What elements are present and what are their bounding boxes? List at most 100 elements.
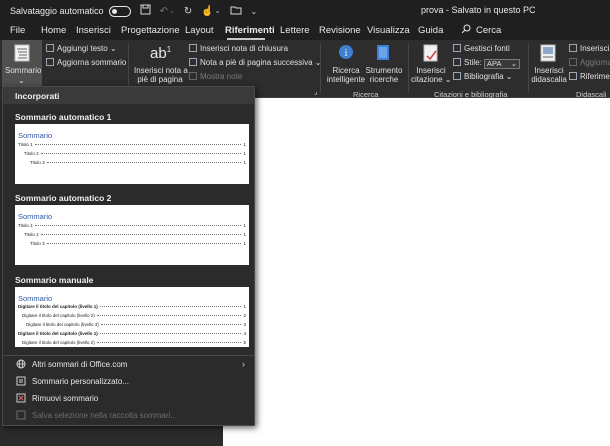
nota-successiva-label: Nota a piè di pagina successiva	[200, 58, 313, 67]
redo-icon[interactable]: ↻	[184, 6, 192, 17]
manage-sources-icon	[453, 44, 461, 52]
manual-line-page: 4	[243, 331, 246, 336]
document-page[interactable]	[223, 98, 610, 446]
sommario-label: Sommario	[5, 66, 42, 75]
style-icon	[453, 58, 461, 66]
autosave-label: Salvataggio automatico	[10, 6, 104, 16]
inserisci-indice-label: Inserisci	[580, 44, 610, 53]
document-status: prova - Salvato in questo PC	[421, 5, 536, 15]
aggiorna-button[interactable]: Aggiorna	[569, 58, 610, 67]
tab-riferimenti[interactable]: Riferimenti	[225, 25, 275, 36]
save-icon[interactable]	[140, 4, 151, 18]
manual-line-text: Digitare il titolo del capitolo (livello…	[26, 322, 99, 327]
sommario-gallery: Incorporati Sommario automatico 1 Sommar…	[2, 86, 255, 426]
ribbon-separator	[528, 44, 529, 92]
auto1-line: Titolo 3 1	[30, 157, 246, 165]
insert-citation-icon[interactable]	[423, 44, 439, 64]
update-table-icon	[46, 58, 54, 66]
stile-value: APA	[487, 59, 502, 68]
tab-layout[interactable]: Layout	[185, 25, 214, 36]
strumento-ricerche-button[interactable]: Strumento ricerche	[364, 66, 404, 84]
manual-line: Digitare il titolo del capitolo (livello…	[18, 328, 246, 336]
mostra-note-button[interactable]: Mostra note	[189, 72, 242, 81]
inserisci-didascalia-button[interactable]: Inserisci didascalia	[530, 66, 568, 84]
bibliografia-label: Bibliografia	[464, 72, 504, 81]
manual-line-text: Digitare il titolo del capitolo (livello…	[18, 331, 98, 336]
stile-select[interactable]: APA ⌄	[484, 59, 521, 69]
inserisci-citazione-button[interactable]: Inserisci citazione ⌄	[411, 66, 452, 84]
manual-line: Digitare il titolo del capitolo (livello…	[22, 310, 246, 318]
tab-file[interactable]: File	[10, 25, 25, 36]
inserisci-citazione-label-1: Inserisci	[416, 66, 446, 75]
strumento-ricerche-label-2: ricerche	[369, 75, 399, 84]
altri-sommari-menu-item[interactable]: Altri sommari di Office.com ›	[15, 357, 251, 371]
footnotes-dialog-launcher-icon[interactable]: ⌟	[314, 88, 317, 97]
inserisci-indice-button[interactable]: Inserisci	[569, 44, 609, 53]
inserisci-didascalia-label-1: Inserisci	[534, 66, 564, 75]
next-footnote-icon	[189, 58, 197, 66]
aggiungi-testo-button[interactable]: Aggiungi testo ⌄	[46, 44, 117, 53]
aggiorna-sommario-button[interactable]: Aggiorna sommario	[46, 58, 126, 67]
aggiorna-sommario-label: Aggiorna sommario	[57, 58, 127, 67]
tab-visualizza[interactable]: Visualizza	[367, 25, 410, 36]
manual-line-text: Digitare il titolo del capitolo (livello…	[22, 313, 95, 318]
gestisci-fonti-label: Gestisci fonti	[464, 44, 510, 53]
smart-lookup-icon[interactable]: i	[338, 44, 354, 62]
nota-successiva-button[interactable]: Nota a piè di pagina successiva ⌄	[189, 58, 321, 67]
gestisci-fonti-button[interactable]: Gestisci fonti	[453, 44, 510, 53]
bibliografia-button[interactable]: Bibliografia ⌄	[453, 72, 513, 81]
search-icon	[461, 24, 471, 37]
manual-line-text: Digitare il titolo del capitolo (livello…	[22, 340, 95, 345]
sommario-personalizzato-menu-item[interactable]: Sommario personalizzato...	[15, 374, 251, 388]
inserisci-citazione-label-2: citazione	[411, 75, 443, 84]
tab-revisione[interactable]: Revisione	[319, 25, 361, 36]
sommario-automatico-2-option[interactable]: Sommario Titolo 11 Titolo 21 Titolo 31	[15, 205, 249, 265]
ribbon-separator	[408, 44, 409, 92]
riferimento-button[interactable]: Riferimen	[569, 72, 610, 81]
auto2-line-page: 1	[243, 241, 246, 246]
insert-caption-icon[interactable]	[540, 44, 556, 64]
sommario-manuale-option[interactable]: Sommario Digitare il titolo del capitolo…	[15, 287, 249, 347]
gallery-divider	[3, 355, 254, 356]
tab-inserisci[interactable]: Inserisci	[76, 25, 111, 36]
menu-bar: File Home Inserisci Progettazione Layout…	[0, 22, 610, 40]
inserisci-nota-label-2: piè di pagina	[137, 75, 183, 84]
inserisci-nota-button[interactable]: Inserisci nota a piè di pagina	[134, 66, 188, 84]
salva-selezione-menu-item[interactable]: Salva selezione nella raccolta sommari..…	[15, 408, 251, 422]
show-notes-icon	[189, 72, 197, 80]
mostra-note-label: Mostra note	[200, 72, 243, 81]
autosave-toggle[interactable]	[108, 5, 131, 17]
undo-icon[interactable]: ↶	[160, 6, 168, 17]
tab-progettazione[interactable]: Progettazione	[121, 25, 180, 36]
footnote-icon[interactable]: ab1	[150, 45, 171, 62]
sommario-dropdown-icon: ⌄	[18, 76, 25, 85]
tab-lettere[interactable]: Lettere	[280, 25, 310, 36]
customize-toolbar-icon[interactable]: ⌄	[251, 7, 258, 16]
save-selection-icon	[15, 410, 26, 421]
touch-dropdown-icon[interactable]: ⌄	[215, 7, 221, 15]
manual-line: Digitare il titolo del capitolo (livello…	[22, 337, 246, 345]
ricerca-intelligente-button[interactable]: Ricerca intelligente	[324, 66, 368, 84]
manual-line: Digitare il titolo del capitolo (livello…	[18, 301, 246, 309]
touch-mode-icon[interactable]: ☝	[201, 6, 213, 17]
auto1-line-page: 1	[243, 142, 246, 147]
rimuovi-sommario-menu-item[interactable]: Rimuovi sommario	[15, 391, 251, 405]
manual-line-text: Digitare il titolo del capitolo (livello…	[18, 304, 98, 309]
custom-toc-icon	[15, 376, 26, 387]
auto1-line-text: Titolo 1	[18, 142, 33, 147]
tab-home[interactable]: Home	[41, 25, 66, 36]
endnote-icon	[189, 44, 197, 52]
inserisci-nota-label-1: Inserisci nota a	[134, 66, 188, 75]
inserisci-nota-chiusura-button[interactable]: Inserisci nota di chiusura	[189, 44, 288, 53]
gallery-header: Incorporati	[3, 87, 254, 104]
sommario-automatico-1-option[interactable]: Sommario Titolo 11 Titolo 21 Titolo 31	[15, 124, 249, 184]
bibliography-icon	[453, 72, 461, 80]
tab-guida[interactable]: Guida	[418, 25, 443, 36]
undo-dropdown-icon[interactable]: ⌄	[169, 7, 175, 15]
open-folder-icon[interactable]	[230, 5, 242, 18]
search-box[interactable]: Cerca	[461, 24, 501, 37]
chevron-down-icon: ⌄	[510, 59, 518, 68]
researcher-icon[interactable]	[376, 44, 390, 63]
sommario-personalizzato-label: Sommario personalizzato...	[32, 376, 129, 386]
auto1-line: Titolo 1 1	[18, 139, 246, 147]
